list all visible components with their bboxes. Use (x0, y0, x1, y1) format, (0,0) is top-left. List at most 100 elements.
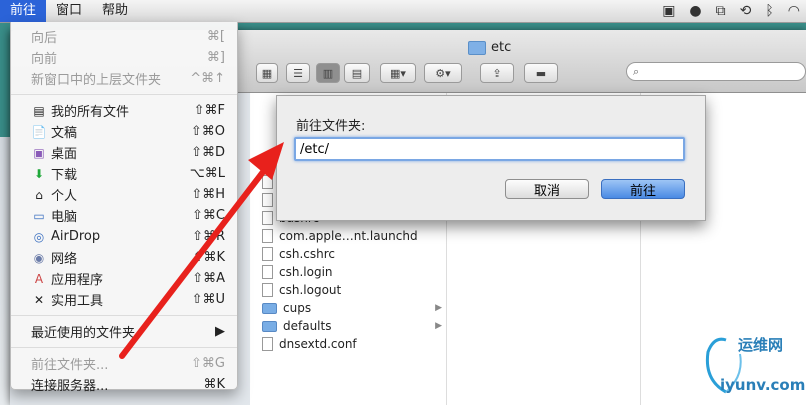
menu-item-label: 向后 (31, 31, 58, 46)
go-button[interactable]: 前往 (601, 179, 685, 199)
menu-item-shortcut: ⌘] (206, 50, 225, 65)
file-row[interactable]: csh.cshrc (262, 245, 444, 263)
menubar-window[interactable]: 窗口 (46, 0, 92, 22)
menubar-go[interactable]: 前往 (0, 0, 47, 22)
menu-item-label: 最近使用的文件夹 (31, 326, 136, 341)
documents-icon: 📄 (31, 124, 47, 139)
menu-item-label: 下载 (51, 168, 78, 183)
menu-item-label: 向前 (31, 52, 58, 67)
folder-path-input[interactable] (294, 137, 685, 161)
menu-item-shortcut: ⇧⌘G (191, 356, 225, 371)
file-row[interactable]: dnsextd.conf (262, 335, 444, 353)
share-icon[interactable]: ⧉ (716, 3, 726, 19)
menu-item[interactable]: ▣ 桌面 ⇧⌘D (11, 142, 237, 163)
file-icon (262, 283, 273, 297)
file-row[interactable]: csh.logout (262, 281, 444, 299)
file-name: csh.cshrc (279, 247, 335, 261)
file-icon (262, 175, 273, 189)
watermark-line1: 运维网 (738, 336, 784, 354)
bluetooth-icon[interactable]: ᛒ (765, 3, 773, 19)
menu-item[interactable]: A 应用程序 ⇧⌘A (11, 268, 237, 289)
menu-item: 前往文件夹... ⇧⌘G (11, 353, 237, 374)
menu-item-shortcut: ⇧⌘K (192, 250, 225, 265)
network-icon: ◉ (33, 250, 45, 265)
menu-item[interactable]: ◎ AirDrop ⇧⌘R (11, 226, 237, 247)
menu-item[interactable]: 最近使用的文件夹 ▶ (11, 321, 237, 342)
window-title-text: etc (491, 40, 512, 55)
chevron-right-icon: ▶ (435, 303, 442, 313)
menu-item[interactable]: 📄 文稿 ⇧⌘O (11, 121, 237, 142)
arrange-icon: ▦▾ (390, 66, 406, 80)
dialog-label: 前往文件夹: (296, 119, 366, 134)
menu-item[interactable]: ▭ 电脑 ⇧⌘C (11, 205, 237, 226)
menu-item-label: 电脑 (51, 210, 78, 225)
list-view-button[interactable]: ☰ (286, 63, 310, 83)
menu-item: 向前 ⌘] (11, 47, 237, 68)
file-row[interactable]: defaults ▶ (262, 317, 444, 335)
time-machine-icon[interactable]: ⟲ (740, 3, 752, 19)
menu-item-label: 桌面 (51, 147, 78, 162)
coverflow-icon: ▤ (351, 66, 363, 80)
cancel-button[interactable]: 取消 (505, 179, 589, 199)
menu-item-shortcut: ⇧⌘A (192, 271, 225, 286)
file-row[interactable]: csh.login (262, 263, 444, 281)
columns-icon: ▥ (322, 66, 334, 80)
file-row[interactable]: com.apple…nt.launchd (262, 227, 444, 245)
file-name: dnsextd.conf (279, 337, 357, 351)
search-input[interactable]: ⌕ (626, 62, 806, 81)
menu-item-shortcut: ▶ (215, 324, 225, 339)
menubar-help[interactable]: 帮助 (92, 0, 138, 22)
menu-item-shortcut: ⌘K (203, 377, 225, 392)
menu-item[interactable]: 连接服务器... ⌘K (11, 374, 237, 395)
menu-item-label: AirDrop (51, 229, 101, 244)
menu-separator (11, 94, 237, 95)
airdrop-icon: ◎ (33, 229, 45, 244)
menu-item-label: 网络 (51, 252, 78, 267)
menu-item[interactable]: ⌂ 个人 ⇧⌘H (11, 184, 237, 205)
file-name: com.apple…nt.launchd (279, 229, 418, 243)
menu-item-label: 文稿 (51, 126, 78, 141)
folder-icon (262, 320, 277, 332)
go-to-folder-dialog: 前往文件夹: 取消 前往 (276, 95, 706, 221)
list-icon: ☰ (293, 66, 303, 80)
file-name: csh.logout (279, 283, 342, 297)
home-icon: ⌂ (35, 187, 43, 202)
pin-icon[interactable]: ▣ (662, 3, 675, 19)
menu-item[interactable]: ◉ 网络 ⇧⌘K (11, 247, 237, 268)
folder-icon (262, 302, 277, 314)
menu-item-shortcut: ⇧⌘H (191, 187, 225, 202)
share-arrow-icon: ⇪ (492, 66, 502, 80)
menu-item-label: 我的所有文件 (51, 105, 130, 120)
coverflow-view-button[interactable]: ▤ (344, 63, 370, 83)
menu-item-label: 前往文件夹... (31, 358, 109, 373)
menu-item-label: 实用工具 (51, 294, 104, 309)
downloads-icon: ⬇ (33, 166, 45, 181)
action-button[interactable]: ⚙▾ (424, 63, 462, 83)
menu-item-label: 新窗口中的上层文件夹 (31, 73, 162, 88)
menu-bar: 前往 窗口 帮助 ▣ ● ⧉ ⟲ ᛒ ◠ (0, 0, 806, 23)
menu-item: 新窗口中的上层文件夹 ^⌘↑ (11, 68, 237, 89)
arrange-button[interactable]: ▦▾ (380, 63, 416, 83)
menu-item-label: 个人 (51, 189, 78, 204)
menu-item[interactable]: ✕ 实用工具 ⇧⌘U (11, 289, 237, 310)
icon-view-button[interactable]: ▦ (256, 63, 278, 83)
search-icon: ⌕ (633, 65, 640, 78)
share-button[interactable]: ⇪ (480, 63, 514, 83)
file-name: csh.login (279, 265, 333, 279)
window-title: etc (468, 40, 511, 55)
desktop-icon: ▣ (33, 145, 45, 160)
file-name: defaults (283, 319, 332, 333)
menu-item[interactable]: ⬇ 下载 ⌥⌘L (11, 163, 237, 184)
file-icon (262, 211, 273, 225)
utilities-icon: ✕ (33, 292, 45, 307)
file-row[interactable]: cups ▶ (262, 299, 444, 317)
tag-icon: ▬ (535, 66, 547, 80)
menu-item: 向后 ⌘[ (11, 26, 237, 47)
file-icon (262, 229, 273, 243)
tag-button[interactable]: ▬ (524, 63, 558, 83)
menu-item-shortcut: ⇧⌘D (191, 145, 225, 160)
qq-icon[interactable]: ● (689, 3, 701, 19)
wifi-icon[interactable]: ◠ (788, 3, 800, 19)
column-view-button[interactable]: ▥ (316, 63, 340, 83)
menu-item[interactable]: ▤ 我的所有文件 ⇧⌘F (11, 100, 237, 121)
